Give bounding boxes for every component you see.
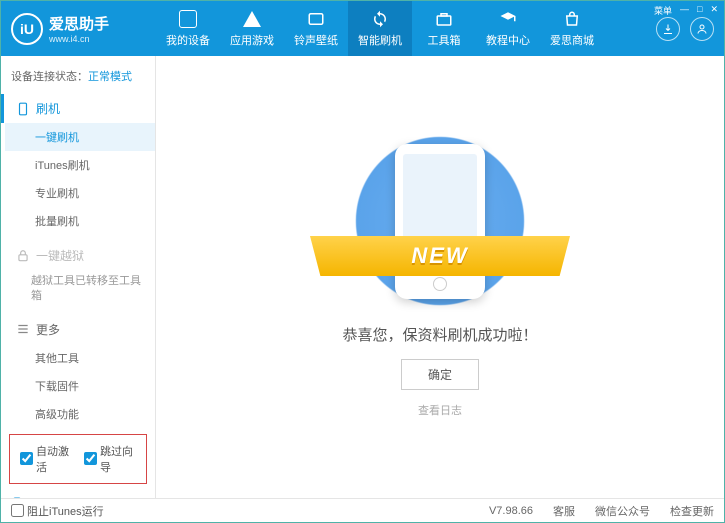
logo-icon: iU [11,13,43,45]
checkbox-skip-guide[interactable]: 跳过向导 [84,443,136,475]
main-content: NEW 恭喜您，保资料刷机成功啦！ 确定 查看日志 [156,56,724,498]
account-button[interactable] [690,17,714,41]
device-icon [178,9,198,29]
sidebar-item-pro-flash[interactable]: 专业刷机 [5,179,155,207]
options-row: 自动激活 跳过向导 [9,434,147,484]
wechat-link[interactable]: 微信公众号 [595,503,650,519]
footer-bar: 阻止iTunes运行 V7.98.66 客服 微信公众号 检查更新 [1,498,724,522]
checkbox-auto-activate[interactable]: 自动激活 [20,443,72,475]
sidebar-item-other-tools[interactable]: 其他工具 [5,344,155,372]
window-controls: 菜单 — □ ✕ [654,4,718,17]
ok-button[interactable]: 确定 [401,359,479,390]
tab-toolbox[interactable]: 工具箱 [412,1,476,56]
apps-icon [242,9,262,29]
customer-service-link[interactable]: 客服 [553,503,575,519]
jailbreak-note: 越狱工具已转移至工具箱 [1,270,155,309]
sidebar-item-oneclick-flash[interactable]: 一键刷机 [5,123,155,151]
phone-icon [16,102,30,116]
sidebar: 设备连接状态：正常模式 刷机 一键刷机 iTunes刷机 专业刷机 批量刷机 一… [1,56,156,498]
sidebar-item-itunes-flash[interactable]: iTunes刷机 [5,151,155,179]
sidebar-group-jailbreak: 一键越狱 [1,241,155,270]
device-block[interactable]: iPhone 12 mini 64GB Down-12mini-13,1 [1,490,155,498]
toolbox-icon [434,9,454,29]
sidebar-item-batch-flash[interactable]: 批量刷机 [5,207,155,235]
sidebar-group-more[interactable]: 更多 [1,315,155,344]
sidebar-item-advanced[interactable]: 高级功能 [5,400,155,428]
wallpaper-icon [306,9,326,29]
download-button[interactable] [656,17,680,41]
new-ribbon: NEW [310,236,570,276]
nav-tabs: 我的设备 应用游戏 铃声壁纸 智能刷机 工具箱 教程中心 爱思商城 [156,1,656,56]
logo-area: iU 爱思助手 www.i4.cn [11,13,156,45]
phone-icon [11,496,23,498]
close-button[interactable]: ✕ [710,4,718,17]
minimize-button[interactable]: — [680,4,689,17]
header-bar: iU 爱思助手 www.i4.cn 我的设备 应用游戏 铃声壁纸 智能刷机 工具… [1,1,724,56]
store-icon [562,9,582,29]
tutorial-icon [498,9,518,29]
success-illustration: NEW [330,136,550,306]
tab-smart-flash[interactable]: 智能刷机 [348,1,412,56]
connection-status: 设备连接状态：正常模式 [1,64,155,88]
tab-apps-games[interactable]: 应用游戏 [220,1,284,56]
tab-tutorials[interactable]: 教程中心 [476,1,540,56]
tab-my-device[interactable]: 我的设备 [156,1,220,56]
device-name: iPhone 12 mini [27,496,106,498]
view-log-link[interactable]: 查看日志 [418,402,462,418]
app-title: 爱思助手 [49,13,109,34]
menu-icon [16,322,30,336]
tab-store[interactable]: 爱思商城 [540,1,604,56]
app-url: www.i4.cn [49,34,109,44]
flash-icon [370,9,390,29]
sidebar-group-flash[interactable]: 刷机 [1,94,155,123]
menu-button[interactable]: 菜单 [654,4,672,17]
sidebar-item-download-firmware[interactable]: 下载固件 [5,372,155,400]
lock-icon [16,249,30,263]
version-label: V7.98.66 [489,505,533,517]
tab-ringtones[interactable]: 铃声壁纸 [284,1,348,56]
checkbox-block-itunes[interactable]: 阻止iTunes运行 [11,503,104,519]
maximize-button[interactable]: □ [697,4,702,17]
result-message: 恭喜您，保资料刷机成功啦！ [342,324,537,345]
check-update-link[interactable]: 检查更新 [670,503,714,519]
